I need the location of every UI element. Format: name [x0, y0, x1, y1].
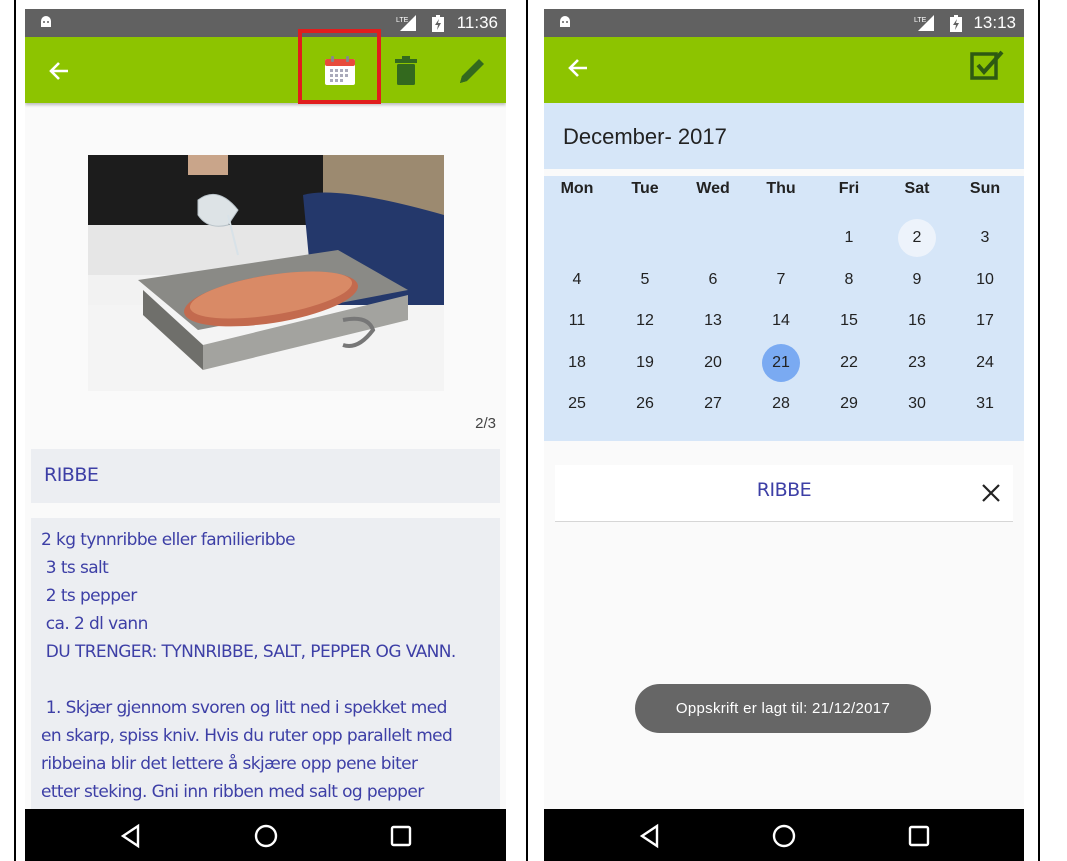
- calendar-day[interactable]: 11: [558, 302, 596, 340]
- recipe-line: 2 kg tynnribbe eller familieribbe: [41, 530, 296, 550]
- recipe-title: RIBBE: [44, 464, 99, 486]
- battery-icon: [432, 15, 444, 32]
- status-bar: LTE 11:36: [25, 9, 506, 37]
- weekday-header: Wed: [696, 180, 730, 197]
- close-icon[interactable]: [981, 483, 1001, 503]
- recipe-line: etter steking. Gni inn ribben med salt o…: [41, 782, 424, 802]
- toast-message: Oppskrift er lagt til: 21/12/2017: [635, 684, 931, 733]
- arrow-left-icon: [568, 59, 587, 77]
- calendar-day[interactable]: 8: [830, 261, 868, 299]
- calendar-day[interactable]: 7: [762, 261, 800, 299]
- weekday-header: Mon: [560, 180, 594, 197]
- svg-text:LTE: LTE: [396, 17, 409, 24]
- frame-left-border: [14, 0, 16, 861]
- nav-bar: [25, 809, 506, 861]
- calendar-day[interactable]: 2: [898, 219, 936, 257]
- nav-bar: [544, 809, 1024, 861]
- status-bar: LTE 13:13: [544, 9, 1024, 37]
- calendar-day[interactable]: 17: [966, 302, 1004, 340]
- home-circle-icon[interactable]: [253, 823, 279, 849]
- calendar-day[interactable]: 23: [898, 344, 936, 382]
- delete-button[interactable]: [389, 54, 423, 88]
- calendar-day[interactable]: 29: [830, 385, 868, 423]
- weekday-header: Thu: [766, 180, 796, 197]
- scheduled-recipe-row[interactable]: RIBBE: [555, 465, 1013, 522]
- pencil-icon: [460, 59, 484, 83]
- weekday-header: Tue: [631, 180, 659, 197]
- calendar-day[interactable]: 15: [830, 302, 868, 340]
- calendar-day[interactable]: 20: [694, 344, 732, 382]
- recipe-line: 2 ts pepper: [41, 586, 137, 606]
- calendar-day[interactable]: 25: [558, 385, 596, 423]
- recipe-line: [31, 666, 500, 694]
- calendar-grid: Mon Tue Wed Thu Fri Sat Sun 1 2 3 4 5 6 7 8 9 10 1…: [544, 176, 1024, 441]
- calendar-day[interactable]: 9: [898, 261, 936, 299]
- month-label: December- 2017: [563, 124, 727, 149]
- calendar-day[interactable]: 21: [762, 343, 800, 382]
- recipe-line: ribbeina blir det lettere å skjære opp p…: [41, 754, 418, 774]
- recipe-body-card[interactable]: 2 kg tynnribbe eller familieribbe 3 ts s…: [31, 518, 500, 810]
- trash-icon: [395, 56, 417, 85]
- arrow-left-icon: [49, 62, 68, 80]
- calendar-day[interactable]: 1: [830, 219, 868, 257]
- recipe-line: en skarp, spiss kniv. Hvis du ruter opp …: [41, 726, 453, 746]
- calendar-day[interactable]: 18: [558, 344, 596, 382]
- calendar-day[interactable]: 13: [694, 302, 732, 340]
- weekday-header: Sat: [904, 180, 930, 197]
- calendar-day[interactable]: 14: [762, 302, 800, 340]
- calendar-screen: LTE 13:13 December- 2017 Mon Tue Wed Thu…: [544, 9, 1024, 861]
- recipe-line: DU TRENGER: TYNNRIBBE, SALT, PEPPER OG V…: [41, 642, 457, 662]
- frame-middle-divider: [526, 0, 528, 861]
- recipe-line: 1. Skjær gjennom svoren og litt ned i sp…: [41, 698, 448, 718]
- lte-signal-icon: LTE: [914, 15, 934, 31]
- battery-icon: [950, 15, 962, 32]
- recents-square-icon[interactable]: [388, 823, 414, 849]
- back-button[interactable]: [561, 51, 595, 85]
- recipe-line: 3 ts salt: [41, 558, 109, 578]
- calendar-day[interactable]: 5: [626, 261, 664, 299]
- lte-signal-icon: LTE: [396, 15, 416, 31]
- back-button[interactable]: [42, 54, 76, 88]
- month-header: December- 2017: [544, 103, 1024, 169]
- weekday-header: Sun: [969, 180, 1001, 197]
- status-time: 11:36: [456, 13, 498, 32]
- calendar-day[interactable]: 16: [898, 302, 936, 340]
- recents-square-icon[interactable]: [906, 823, 932, 849]
- android-notification-icon: [41, 16, 51, 27]
- calendar-day[interactable]: 4: [558, 261, 596, 299]
- calendar-day[interactable]: 24: [966, 344, 1004, 382]
- checkbox-checked-icon: [970, 50, 1004, 80]
- app-bar: [544, 37, 1024, 103]
- calendar-day[interactable]: 3: [966, 219, 1004, 257]
- calendar-day[interactable]: 27: [694, 385, 732, 423]
- status-time: 13:13: [973, 13, 1016, 32]
- back-triangle-icon[interactable]: [118, 823, 144, 849]
- recipe-photo[interactable]: [88, 155, 444, 391]
- recipe-detail-screen: LTE 11:36 2/3 RIBBE 2 kg tynnribbe eller…: [25, 9, 506, 861]
- svg-text:LTE: LTE: [914, 17, 927, 24]
- calendar-day[interactable]: 12: [626, 302, 664, 340]
- recipe-photo-image: [88, 155, 444, 391]
- calendar-day[interactable]: 6: [694, 261, 732, 299]
- recipe-line: ca. 2 dl vann: [41, 614, 149, 634]
- app-bar: [25, 37, 506, 103]
- image-counter: 2/3: [475, 415, 496, 432]
- calendar-day[interactable]: 31: [966, 385, 1004, 423]
- weekday-header: Fri: [838, 180, 860, 197]
- recipe-title-card: RIBBE: [31, 449, 500, 503]
- calendar-day[interactable]: 30: [898, 385, 936, 423]
- calendar-day[interactable]: 28: [762, 385, 800, 423]
- frame-right-border: [1038, 0, 1040, 861]
- android-notification-icon: [560, 16, 570, 27]
- calendar-day[interactable]: 19: [626, 344, 664, 382]
- scheduled-recipe-title: RIBBE: [756, 479, 812, 501]
- calendar-highlight-box: [298, 29, 381, 104]
- calendar-day[interactable]: 10: [966, 261, 1004, 299]
- confirm-button[interactable]: [970, 49, 1004, 83]
- calendar-day[interactable]: 22: [830, 344, 868, 382]
- back-triangle-icon[interactable]: [637, 823, 663, 849]
- home-circle-icon[interactable]: [771, 823, 797, 849]
- edit-button[interactable]: [455, 54, 489, 88]
- calendar-day[interactable]: 26: [626, 385, 664, 423]
